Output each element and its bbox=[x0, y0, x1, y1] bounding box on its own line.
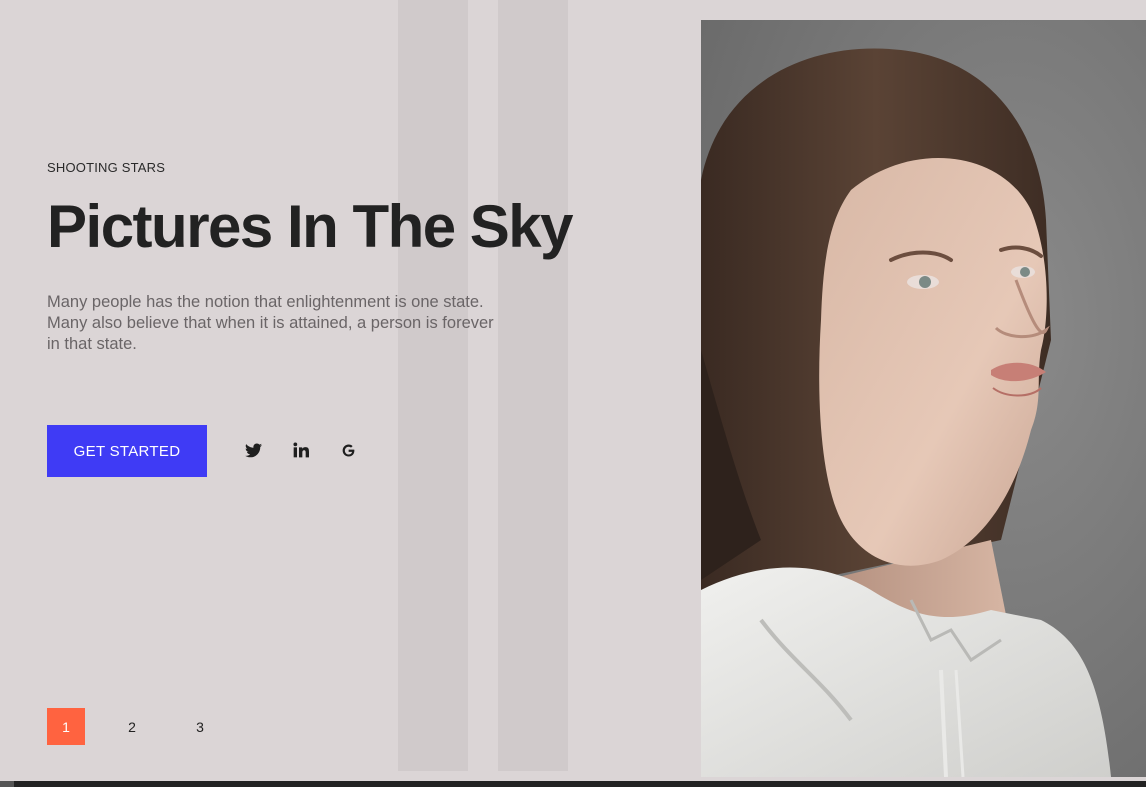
google-icon bbox=[341, 443, 356, 458]
hero-text: SHOOTING STARS Pictures In The Sky Many … bbox=[47, 160, 607, 353]
hero-title: Pictures In The Sky bbox=[47, 193, 574, 260]
linkedin-link[interactable] bbox=[289, 438, 313, 462]
pagination-page-3[interactable]: 3 bbox=[181, 708, 219, 745]
google-link[interactable] bbox=[336, 438, 360, 462]
pagination-page-1[interactable]: 1 bbox=[47, 708, 85, 745]
decorative-stripe bbox=[498, 0, 568, 771]
portrait-photo bbox=[701, 20, 1146, 777]
twitter-link[interactable] bbox=[241, 438, 265, 462]
horizontal-scrollbar[interactable] bbox=[0, 781, 1146, 787]
hero-eyebrow: SHOOTING STARS bbox=[47, 160, 166, 175]
pagination-page-2[interactable]: 2 bbox=[113, 708, 151, 745]
hero-description: Many people has the notion that enlighte… bbox=[47, 293, 494, 353]
get-started-button[interactable]: GET STARTED bbox=[47, 425, 207, 477]
decorative-stripe bbox=[398, 0, 468, 771]
linkedin-icon bbox=[293, 442, 309, 458]
scrollbar-thumb[interactable] bbox=[0, 781, 14, 787]
twitter-icon bbox=[244, 442, 262, 458]
